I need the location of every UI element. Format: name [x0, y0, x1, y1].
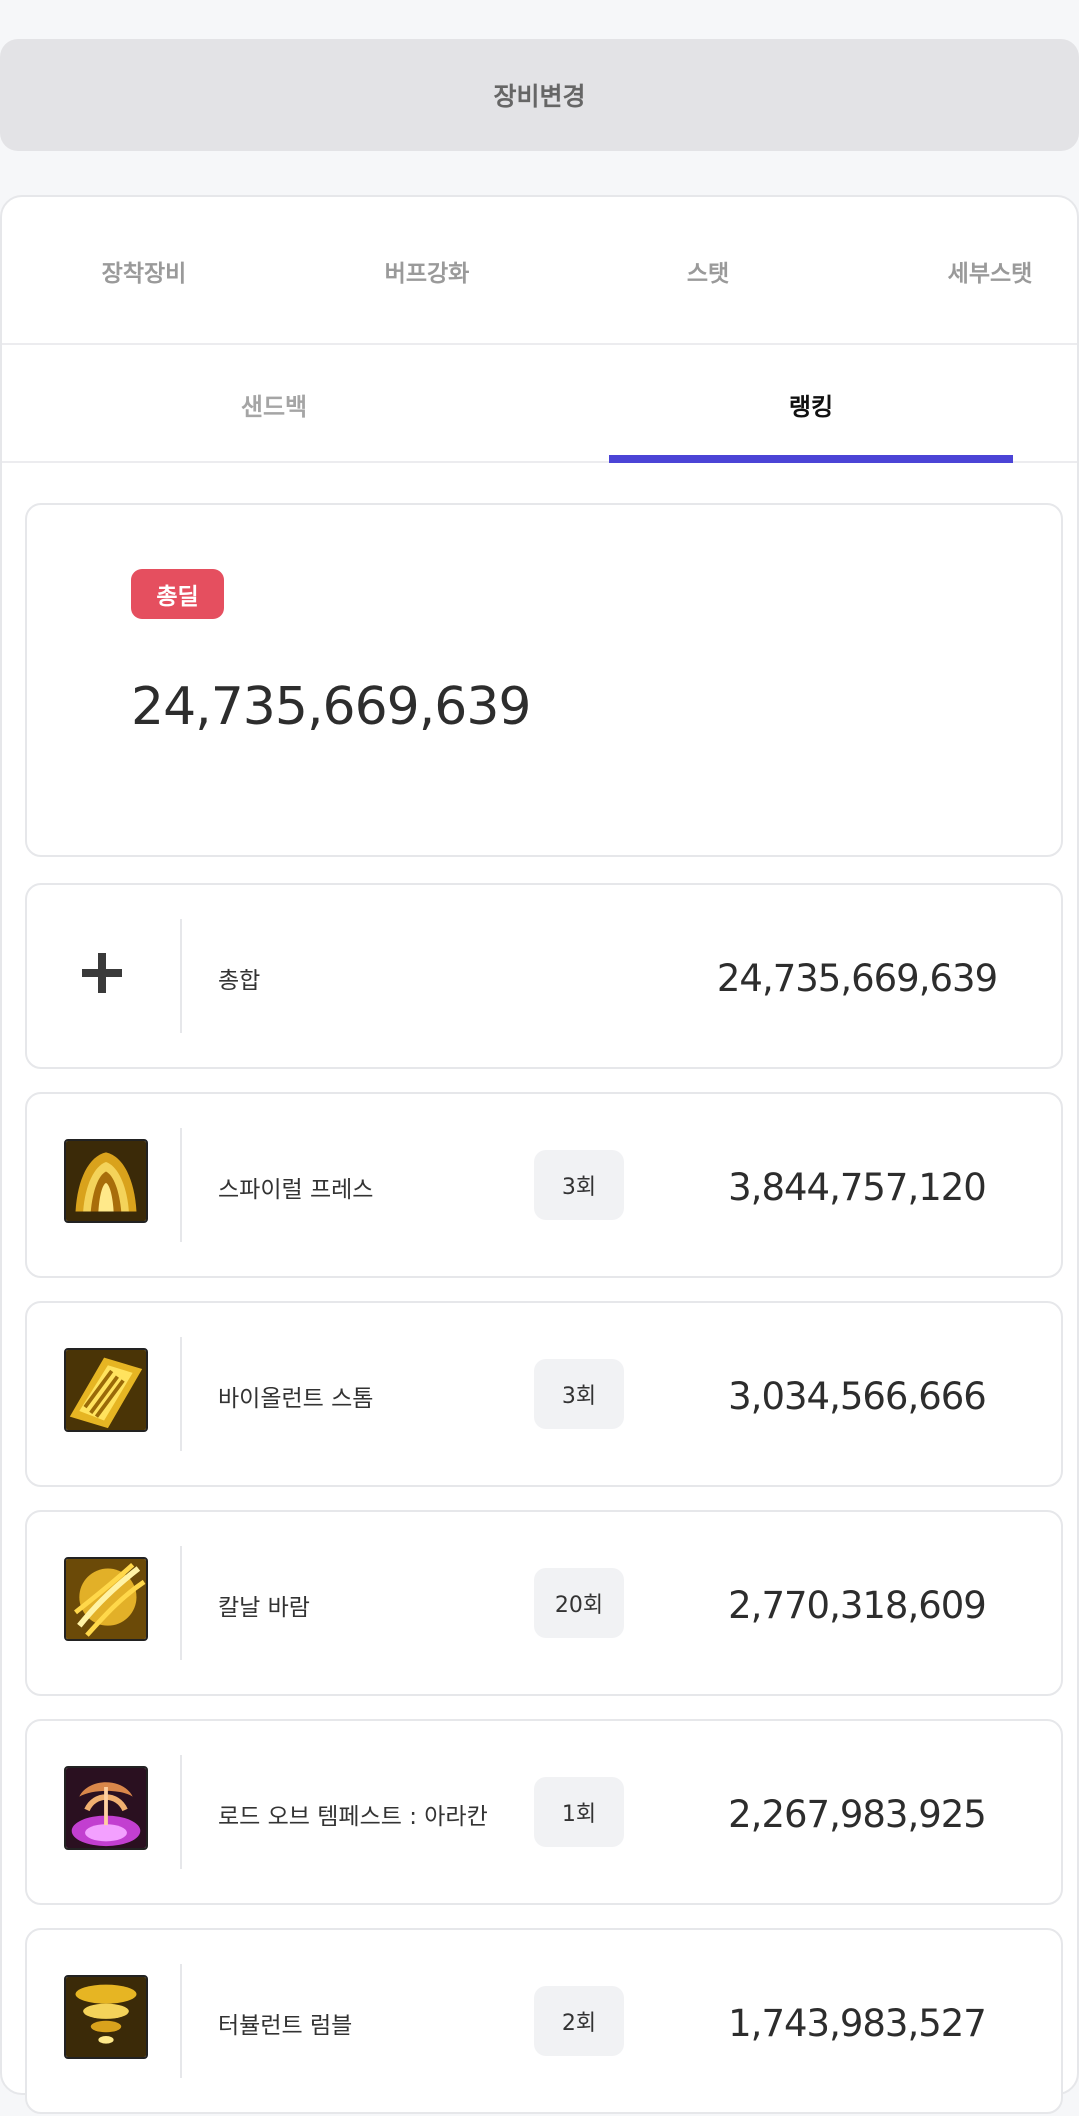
skill-damage-value: 3,034,566,666: [728, 1374, 987, 1418]
tab-ranking[interactable]: 랭킹: [609, 345, 1013, 463]
active-tab-indicator: [609, 455, 1013, 463]
total-damage-badge: 총딜: [131, 569, 224, 619]
tab-buff-enhance[interactable]: 버프강화: [307, 197, 547, 345]
skill-row[interactable]: 바이올런트 스톰 3회 3,034,566,666: [25, 1301, 1063, 1487]
summary-row: 총합 24,735,669,639: [25, 883, 1063, 1069]
blade-wind-skill-icon: [64, 1557, 148, 1641]
plus-icon: [82, 953, 122, 993]
skill-name: 칼날 바람: [218, 1595, 310, 1621]
tab-equipped-gear[interactable]: 장착장비: [24, 197, 264, 345]
hit-count-badge: 1회: [534, 1777, 624, 1847]
row-divider: [180, 919, 182, 1033]
skill-name: 바이올런트 스톰: [218, 1386, 374, 1412]
hit-count-badge: 3회: [534, 1359, 624, 1429]
tab-stats[interactable]: 스탯: [588, 197, 828, 345]
sub-tab-bar: 샌드백 랭킹: [2, 345, 1077, 463]
skill-row[interactable]: 로드 오브 템페스트 : 아라칸 1회 2,267,983,925: [25, 1719, 1063, 1905]
skill-damage-value: 3,844,757,120: [728, 1165, 987, 1209]
skill-row[interactable]: 터뷸런트 럼블 2회 1,743,983,527: [25, 1928, 1063, 2114]
violent-storm-skill-icon: [64, 1348, 148, 1432]
row-divider: [180, 1337, 182, 1451]
total-damage-value: 24,735,669,639: [131, 677, 532, 737]
change-equipment-button[interactable]: 장비변경: [0, 39, 1079, 151]
skill-name: 로드 오브 템페스트 : 아라칸: [218, 1804, 488, 1830]
row-divider: [180, 1546, 182, 1660]
hit-count-badge: 3회: [534, 1150, 624, 1220]
total-damage-card: 총딜 24,735,669,639: [25, 503, 1063, 857]
skill-damage-value: 1,743,983,527: [728, 2001, 987, 2045]
skill-row[interactable]: 칼날 바람 20회 2,770,318,609: [25, 1510, 1063, 1696]
top-tab-bar: 장착장비 버프강화 스탯 세부스탯: [2, 197, 1077, 345]
lord-of-tempest-skill-icon: [64, 1766, 148, 1850]
summary-value: 24,735,669,639: [716, 956, 998, 1000]
main-panel: 장착장비 버프강화 스탯 세부스탯 샌드백 랭킹 총딜 24,735,669,6…: [0, 195, 1079, 2114]
skill-damage-value: 2,267,983,925: [728, 1792, 987, 1836]
hit-count-badge: 20회: [534, 1568, 624, 1638]
spiral-press-skill-icon: [64, 1139, 148, 1223]
turbulent-rumble-skill-icon: [64, 1975, 148, 2059]
summary-label: 총합: [218, 968, 261, 994]
row-divider: [180, 1964, 182, 2078]
hit-count-badge: 2회: [534, 1986, 624, 2056]
skill-name: 스파이럴 프레스: [218, 1177, 374, 1203]
tab-sandbag[interactable]: 샌드백: [72, 345, 476, 463]
skill-name: 터뷸런트 럼블: [218, 2013, 353, 2039]
tab-detailed-stats[interactable]: 세부스탯: [870, 197, 1079, 345]
skill-row[interactable]: 스파이럴 프레스 3회 3,844,757,120: [25, 1092, 1063, 1278]
row-divider: [180, 1128, 182, 1242]
row-divider: [180, 1755, 182, 1869]
skill-damage-value: 2,770,318,609: [728, 1583, 987, 1627]
